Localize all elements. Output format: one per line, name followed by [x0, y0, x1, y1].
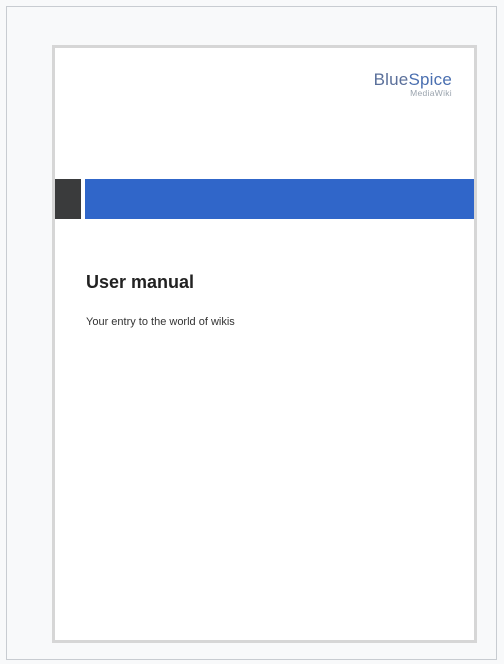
cover-subtitle: Your entry to the world of wikis: [86, 316, 235, 328]
document-viewer-frame: BlueSpice MediaWiki User manual Your ent…: [6, 6, 497, 660]
cover-band-dark: [55, 179, 81, 219]
bluespice-logo: BlueSpice MediaWiki: [374, 71, 452, 98]
logo-subtitle: MediaWiki: [410, 88, 452, 98]
logo-word-blue: Blue: [373, 70, 409, 89]
cover-title: User manual: [86, 272, 195, 292]
cover-band-blue: [85, 179, 474, 219]
logo-word-spice: Spice: [408, 70, 452, 89]
cover-page: BlueSpice MediaWiki User manual Your ent…: [52, 45, 477, 643]
logo-wordmark: BlueSpice: [374, 71, 452, 88]
